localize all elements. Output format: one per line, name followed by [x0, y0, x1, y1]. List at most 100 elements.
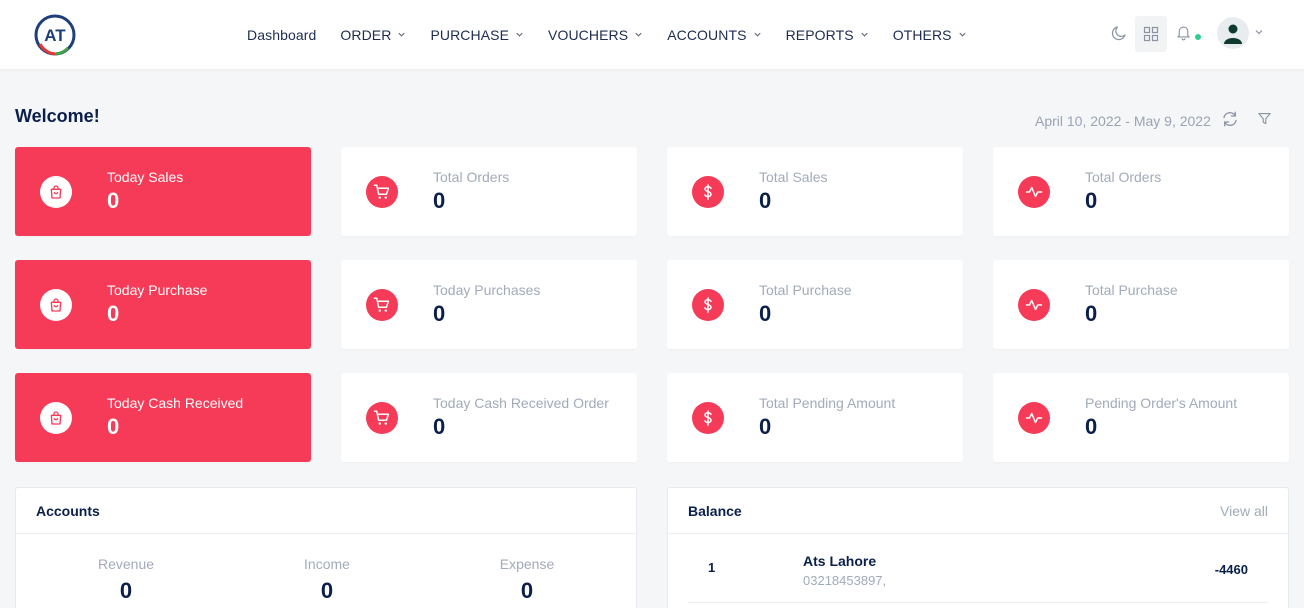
chevron-down-icon: [959, 32, 966, 37]
nav-others-label: OTHERS: [892, 26, 952, 43]
accounts-revenue: Revenue 0: [36, 556, 216, 604]
stat-card-label: Total Purchase: [1085, 282, 1178, 298]
stat-card: Today Sales 0: [15, 147, 311, 236]
balance-row[interactable]: 1 Ats Lahore 03218453897, -4460: [688, 535, 1268, 603]
stat-card-label: Today Sales: [107, 169, 184, 185]
balance-panel: Balance View all 1 Ats Lahore 0321845389…: [667, 487, 1289, 608]
activity-icon: [1018, 289, 1050, 321]
accounts-expense-value: 0: [520, 578, 534, 603]
accounts-panel-header: Accounts: [16, 488, 636, 534]
stat-card-value: 0: [759, 188, 772, 213]
apps-grid-icon: [1143, 26, 1159, 42]
filter-icon[interactable]: [1257, 111, 1272, 126]
stat-card-value: 0: [759, 301, 772, 326]
activity-icon: [1018, 176, 1050, 208]
stat-card-value: 0: [433, 414, 446, 439]
nav-vouchers[interactable]: VOUCHERS: [548, 27, 643, 43]
stat-card-label: Total Orders: [433, 169, 510, 185]
dollar-icon: [692, 289, 724, 321]
stat-card-label: Total Purchase: [759, 282, 852, 298]
refresh-icon[interactable]: [1221, 110, 1239, 128]
view-all-link[interactable]: View all: [1220, 503, 1268, 519]
nav-accounts-label: ACCOUNTS: [667, 26, 747, 43]
nav-vouchers-label: VOUCHERS: [548, 26, 629, 43]
stat-card: Total Purchase 0: [993, 260, 1289, 349]
apps-grid-button[interactable]: [1135, 16, 1167, 52]
accounts-panel-title: Accounts: [36, 503, 100, 519]
logo-text: AT: [44, 26, 66, 45]
nav-others[interactable]: OTHERS: [893, 27, 967, 43]
main-nav: Dashboard ORDER PURCHASE VOUCHERS ACCOUN…: [247, 0, 991, 69]
stat-card-label: Total Orders: [1085, 169, 1162, 185]
accounts-panel: Accounts Revenue 0 Income 0 Expense 0: [15, 487, 637, 608]
bag-icon: [40, 176, 72, 208]
balance-row-index: 1: [708, 560, 716, 575]
stat-card-value: 0: [1085, 188, 1098, 213]
stat-card: Total Purchase 0: [667, 260, 963, 349]
stat-card-value: 0: [433, 301, 446, 326]
stat-card-label: Pending Order's Amount: [1085, 395, 1238, 411]
chevron-down-icon[interactable]: [1254, 27, 1264, 37]
stat-card: Total Pending Amount 0: [667, 373, 963, 462]
top-navbar: AT Dashboard ORDER PURCHASE VOUCHERS ACC…: [0, 0, 1304, 69]
stat-card-label: Total Pending Amount: [759, 395, 896, 411]
chevron-down-icon: [861, 32, 868, 37]
stat-card-value: 0: [107, 188, 120, 213]
stat-card: Today Purchase 0: [15, 260, 311, 349]
accounts-expense: Expense 0: [437, 556, 617, 604]
balance-row-name: Ats Lahore: [803, 553, 877, 569]
stat-card: Total Orders 0: [341, 147, 637, 236]
bag-icon: [40, 289, 72, 321]
nav-dashboard-label: Dashboard: [247, 26, 317, 43]
company-logo[interactable]: AT: [34, 14, 76, 56]
balance-row-phone: 03218453897,: [803, 573, 887, 588]
stat-card: Pending Order's Amount 0: [993, 373, 1289, 462]
stat-card-label: Today Purchase: [107, 282, 208, 298]
cart-icon: [366, 402, 398, 434]
stat-card-label: Today Cash Received Order: [433, 395, 609, 411]
nav-dashboard[interactable]: Dashboard: [247, 27, 316, 43]
date-range-picker[interactable]: April 10, 2022 - May 9, 2022: [1035, 113, 1211, 129]
user-avatar[interactable]: [1217, 17, 1249, 49]
accounts-income-value: 0: [320, 578, 334, 603]
chevron-down-icon: [398, 32, 406, 37]
stat-card-value: 0: [759, 414, 772, 439]
cart-icon: [366, 176, 398, 208]
stat-card-value: 0: [107, 414, 120, 439]
user-avatar-icon: [1224, 24, 1242, 44]
accounts-revenue-value: 0: [119, 578, 133, 603]
accounts-revenue-label: Revenue: [97, 556, 155, 572]
page-title: Welcome!: [15, 106, 100, 126]
nav-reports-label: REPORTS: [785, 26, 854, 43]
chevron-down-icon: [516, 32, 523, 37]
nav-purchase-label: PURCHASE: [430, 26, 510, 43]
nav-order[interactable]: ORDER: [340, 27, 406, 43]
chevron-down-icon: [753, 32, 761, 37]
bag-icon: [40, 402, 72, 434]
stat-card: Today Cash Received Order 0: [341, 373, 637, 462]
nav-reports[interactable]: REPORTS: [786, 27, 869, 43]
nav-purchase[interactable]: PURCHASE: [430, 27, 524, 43]
stat-card-value: 0: [1085, 301, 1098, 326]
moon-icon[interactable]: [1110, 24, 1128, 42]
stat-card-value: 0: [433, 188, 446, 213]
cart-icon: [366, 289, 398, 321]
dollar-icon: [692, 402, 724, 434]
stat-card-value: 0: [1085, 414, 1098, 439]
stat-card-label: Total Sales: [759, 169, 828, 185]
bell-icon[interactable]: [1175, 23, 1192, 41]
accounts-income-label: Income: [304, 556, 350, 572]
balance-row-amount: -4460: [1214, 562, 1248, 577]
stat-card: Total Orders 0: [993, 147, 1289, 236]
stat-card: Today Purchases 0: [341, 260, 637, 349]
accounts-expense-label: Expense: [499, 556, 555, 572]
balance-panel-title: Balance: [688, 503, 742, 519]
dollar-icon: [692, 176, 724, 208]
balance-panel-header: Balance View all: [668, 488, 1288, 534]
nav-order-label: ORDER: [340, 26, 392, 43]
accounts-income: Income 0: [237, 556, 417, 604]
stat-card-label: Today Cash Received: [107, 395, 244, 411]
notification-dot: [1195, 34, 1201, 40]
stat-card: Today Cash Received 0: [15, 373, 311, 462]
nav-accounts[interactable]: ACCOUNTS: [667, 27, 761, 43]
